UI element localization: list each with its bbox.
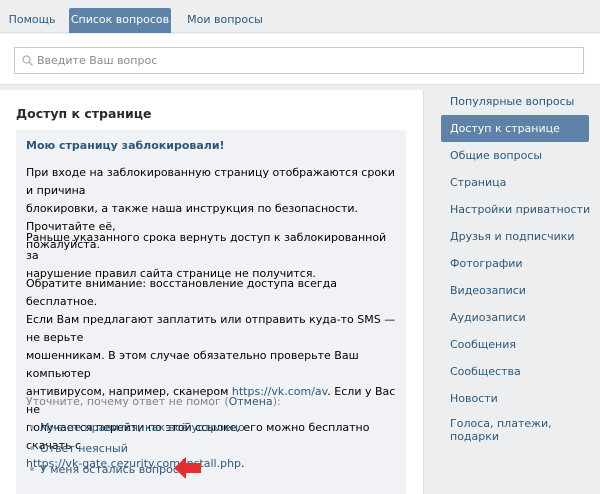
- option-label: У меня остались вопросы: [40, 463, 188, 476]
- cancel-link[interactable]: Отмена: [229, 395, 273, 408]
- search-input[interactable]: [37, 48, 577, 73]
- sidebar-item-photos[interactable]: Фотографии: [441, 250, 589, 277]
- dot-icon: [30, 467, 34, 471]
- text-segment: .: [241, 457, 245, 470]
- option-label: Ответ неясный: [40, 442, 128, 455]
- text-line: Если Вам предлагают заплатить или отправ…: [26, 313, 396, 344]
- sidebar-item-audio[interactable]: Аудиозаписи: [441, 304, 589, 331]
- main-content: Доступ к странице Мою страницу заблокиро…: [0, 90, 424, 494]
- tab-help[interactable]: Помощь: [6, 8, 58, 33]
- sidebar-item-news[interactable]: Новости: [441, 385, 589, 412]
- text-line: Обратите внимание: восстановление доступ…: [26, 277, 337, 308]
- feedback-hint: Уточните, почему ответ не помог (Отмена)…: [26, 395, 281, 408]
- feedback-option-unclear[interactable]: Ответ неясный: [30, 442, 128, 455]
- red-arrow-icon: [174, 457, 201, 479]
- tab-questions-list[interactable]: Список вопросов: [69, 8, 171, 33]
- sidebar-item-privacy[interactable]: Настройки приватности: [441, 196, 590, 223]
- answer-card: Мою страницу заблокировали! При входе на…: [16, 130, 406, 494]
- sidebar-item-videos[interactable]: Видеозаписи: [441, 277, 589, 304]
- text-line: Раньше указанного срока вернуть доступ к…: [26, 231, 387, 262]
- text-line: При входе на заблокированную страницу от…: [26, 166, 395, 197]
- sidebar-item-communities[interactable]: Сообщества: [441, 358, 589, 385]
- dot-icon: [30, 446, 34, 450]
- text-line: мошенникам. В этом случае обязательно пр…: [26, 349, 359, 380]
- top-tabs: Помощь Список вопросов Мои вопросы: [0, 0, 600, 33]
- search-panel: [0, 34, 600, 85]
- feedback-option-dislike[interactable]: Мне не нравится, как всё устроено: [30, 421, 245, 434]
- sidebar-item-payments[interactable]: Голоса, платежи, подарки: [441, 415, 589, 445]
- option-label: Мне не нравится, как всё устроено: [40, 421, 245, 434]
- search-box: [14, 47, 584, 74]
- sidebar-item-general[interactable]: Общие вопросы: [441, 142, 589, 169]
- feedback-option-questions[interactable]: У меня остались вопросы: [30, 463, 188, 476]
- hint-text: ):: [272, 395, 281, 408]
- page-title: Доступ к странице: [16, 106, 152, 121]
- tab-my-questions[interactable]: Мои вопросы: [185, 8, 265, 33]
- sidebar-item-friends[interactable]: Друзья и подписчики: [441, 223, 589, 250]
- sidebar-item-page[interactable]: Страница: [441, 169, 589, 196]
- answer-title: Мою страницу заблокировали!: [26, 139, 225, 152]
- hint-text: Уточните, почему ответ не помог (: [26, 395, 229, 408]
- search-icon: [22, 55, 33, 66]
- sidebar-item-popular[interactable]: Популярные вопросы: [441, 88, 589, 115]
- sidebar-item-page-access[interactable]: Доступ к странице: [441, 115, 589, 142]
- sidebar-item-messages[interactable]: Сообщения: [441, 331, 589, 358]
- dot-icon: [30, 425, 34, 429]
